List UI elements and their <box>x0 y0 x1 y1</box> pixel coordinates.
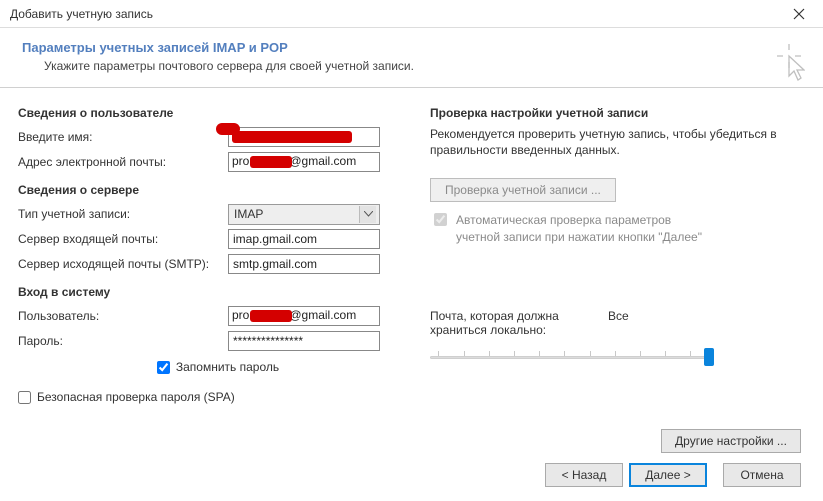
password-input[interactable] <box>228 331 380 351</box>
spa-label: Безопасная проверка пароля (SPA) <box>37 390 235 404</box>
window-title: Добавить учетную запись <box>10 7 153 21</box>
acct-type-label: Тип учетной записи: <box>18 207 228 221</box>
next-button[interactable]: Далее > <box>629 463 707 487</box>
inbox-label: Сервер входящей почты: <box>18 232 228 246</box>
page-title: Параметры учетных записей IMAP и POP <box>22 40 803 55</box>
slider-label-right: Все <box>608 309 629 337</box>
server-section-title: Сведения о сервере <box>18 183 418 197</box>
acct-type-select[interactable]: IMAP <box>228 204 380 225</box>
email-input-wrap: pro@gmail.com <box>228 152 380 172</box>
remember-password-box[interactable] <box>157 361 170 374</box>
user-input-wrap: pro@gmail.com <box>228 306 380 326</box>
login-section-title: Вход в систему <box>18 285 418 299</box>
remember-password-label: Запомнить пароль <box>176 360 279 374</box>
slider-thumb[interactable] <box>704 348 714 366</box>
inbox-input[interactable] <box>228 229 380 249</box>
user-label: Пользователь: <box>18 309 228 323</box>
user-input[interactable] <box>228 306 380 326</box>
close-icon[interactable] <box>781 4 817 24</box>
cancel-button[interactable]: Отмена <box>723 463 801 487</box>
test-section-desc: Рекомендуется проверить учетную запись, … <box>430 126 801 158</box>
chevron-down-icon <box>359 206 376 223</box>
email-input[interactable] <box>228 152 380 172</box>
outbox-label: Сервер исходящей почты (SMTP): <box>18 257 228 271</box>
other-settings-button[interactable]: Другие настройки ... <box>661 429 801 453</box>
name-input-wrap <box>228 127 380 147</box>
name-label: Введите имя: <box>18 130 228 144</box>
outbox-input[interactable] <box>228 254 380 274</box>
acct-type-value: IMAP <box>234 207 263 221</box>
click-cursor-icon <box>775 42 805 87</box>
test-section-title: Проверка настройки учетной записи <box>430 106 801 120</box>
name-input[interactable] <box>228 127 380 147</box>
password-label: Пароль: <box>18 334 228 348</box>
auto-test-checkbox <box>434 213 447 226</box>
slider-label-left: Почта, которая должна храниться локально… <box>430 309 580 337</box>
back-button[interactable]: < Назад <box>545 463 623 487</box>
email-label: Адрес электронной почты: <box>18 155 228 169</box>
mail-retention-slider[interactable] <box>430 347 710 367</box>
page-subtitle: Укажите параметры почтового сервера для … <box>44 59 803 73</box>
spa-checkbox[interactable]: Безопасная проверка пароля (SPA) <box>18 390 235 404</box>
user-section-title: Сведения о пользователе <box>18 106 418 120</box>
remember-password-checkbox[interactable]: Запомнить пароль <box>157 360 279 374</box>
test-account-button: Проверка учетной записи ... <box>430 178 616 202</box>
spa-box[interactable] <box>18 391 31 404</box>
auto-test-label: Автоматическая проверка параметров учетн… <box>456 212 716 244</box>
